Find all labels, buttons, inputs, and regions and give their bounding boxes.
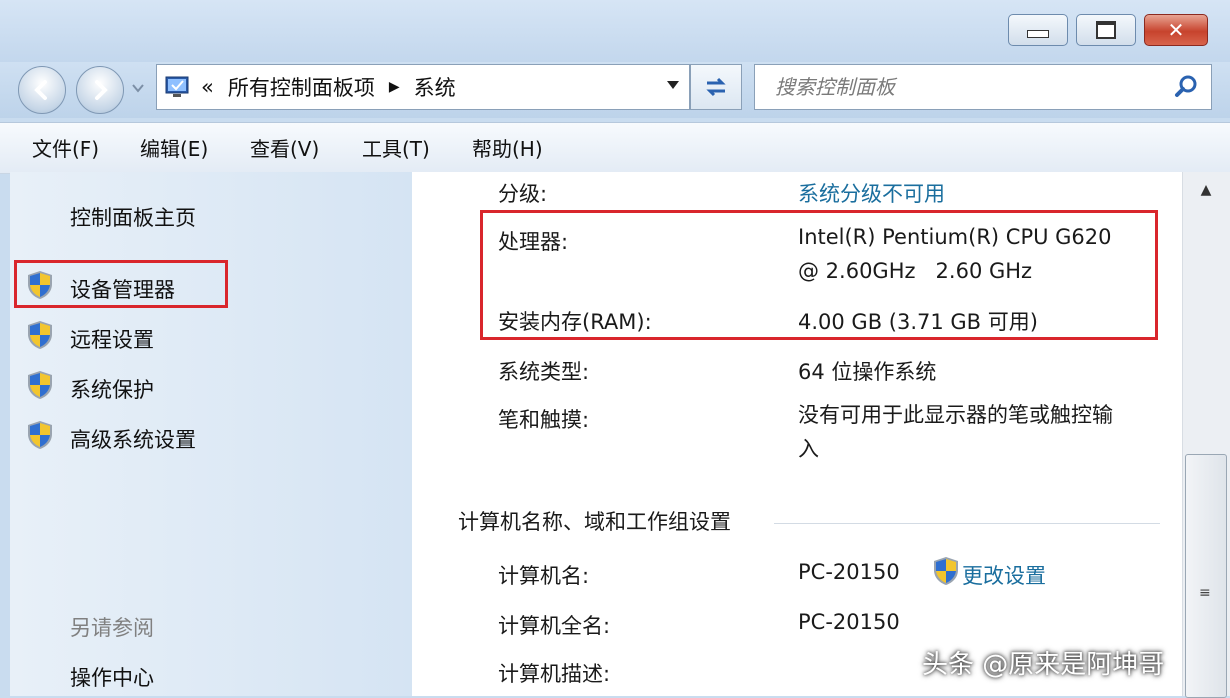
task-pane: 控制面板主页 设备管理器 远程设置 系统保护 高级系统设置 另请参阅 操作中心 [10, 172, 412, 696]
close-icon: ✕ [1167, 18, 1185, 42]
pen-touch-value-line1: 没有可用于此显示器的笔或触控输 [798, 403, 1113, 427]
breadcrumb-item-system[interactable]: 系统 [414, 72, 456, 102]
refresh-icon [706, 77, 726, 97]
rating-label: 分级: [498, 182, 548, 206]
breadcrumb-overflow[interactable]: « [201, 75, 214, 99]
scroll-up-icon[interactable]: ▲ [1193, 182, 1219, 202]
computer-name-value: PC-20150 [798, 560, 900, 584]
menu-tools[interactable]: 工具(T) [362, 133, 430, 162]
shield-icon [28, 421, 52, 449]
search-box[interactable] [754, 64, 1212, 110]
maximize-icon [1096, 21, 1116, 39]
section-divider [774, 523, 1160, 524]
sidebar-item-system-protection[interactable]: 系统保护 [70, 374, 154, 404]
vertical-scrollbar[interactable]: ▲ ≡ [1182, 172, 1230, 698]
navigation-bar: « 所有控制面板项 ▶ 系统 [0, 62, 1230, 118]
grip-icon: ≡ [1199, 585, 1211, 601]
shield-icon [28, 321, 52, 349]
sidebar-item-advanced-settings[interactable]: 高级系统设置 [70, 424, 196, 454]
refresh-button[interactable] [690, 64, 742, 110]
minimize-icon [1027, 30, 1049, 38]
ram-label: 安装内存(RAM): [498, 310, 652, 334]
window-controls: ✕ [1008, 14, 1208, 46]
see-also-action-center-link[interactable]: 操作中心 [70, 662, 154, 692]
menu-bar: 文件(F) 编辑(E) 查看(V) 工具(T) 帮助(H) [0, 122, 1230, 174]
minimize-button[interactable] [1008, 14, 1068, 46]
shield-icon [28, 371, 52, 399]
search-icon[interactable] [1173, 73, 1201, 101]
menu-file[interactable]: 文件(F) [32, 133, 99, 162]
rating-link[interactable]: 系统分级不可用 [798, 178, 945, 208]
system-info-panel: 分级: 系统分级不可用 处理器: Intel(R) Pentium(R) CPU… [412, 172, 1182, 696]
shield-icon [28, 271, 52, 299]
control-panel-icon [165, 76, 189, 97]
menu-edit[interactable]: 编辑(E) [140, 133, 208, 162]
breadcrumb-item-all-items[interactable]: 所有控制面板项 [228, 72, 375, 102]
arrow-left-icon [34, 80, 47, 100]
breadcrumb-separator-icon[interactable]: ▶ [389, 79, 400, 95]
sidebar-item-remote-settings[interactable]: 远程设置 [70, 324, 154, 354]
pen-touch-value-line2: 入 [798, 437, 819, 461]
processor-value-line2: @ 2.60GHz 2.60 GHz [798, 259, 1033, 283]
computer-name-section-title: 计算机名称、域和工作组设置 [458, 510, 731, 534]
processor-label: 处理器: [498, 230, 569, 254]
back-button[interactable] [18, 66, 66, 114]
full-computer-name-value: PC-20150 [798, 610, 900, 634]
scroll-thumb[interactable]: ≡ [1185, 454, 1227, 698]
address-dropdown-icon[interactable] [665, 79, 681, 91]
processor-value-line1: Intel(R) Pentium(R) CPU G620 [798, 225, 1112, 249]
title-bar: ✕ [0, 0, 1230, 62]
pen-touch-value: 没有可用于此显示器的笔或触控输 入 [798, 398, 1168, 466]
search-input[interactable] [755, 65, 1177, 109]
forward-button[interactable] [76, 66, 124, 114]
watermark: 头条 @原来是阿坤哥 [922, 650, 1165, 680]
processor-value: Intel(R) Pentium(R) CPU G620 @ 2.60GHz 2… [798, 220, 1158, 288]
see-also-heading: 另请参阅 [70, 616, 154, 640]
system-type-label: 系统类型: [498, 360, 590, 384]
arrow-right-icon [95, 80, 108, 100]
address-bar[interactable]: « 所有控制面板项 ▶ 系统 [156, 64, 690, 110]
computer-name-label: 计算机名: [498, 564, 590, 588]
menu-view[interactable]: 查看(V) [250, 133, 319, 162]
computer-description-label: 计算机描述: [498, 662, 611, 686]
change-settings-link[interactable]: 更改设置 [962, 560, 1046, 590]
system-type-value: 64 位操作系统 [798, 360, 937, 384]
breadcrumb: « 所有控制面板项 ▶ 系统 [201, 72, 456, 102]
menu-help[interactable]: 帮助(H) [472, 133, 543, 162]
maximize-button[interactable] [1076, 14, 1136, 46]
recent-pages-dropdown[interactable] [130, 80, 146, 96]
control-panel-home-link[interactable]: 控制面板主页 [70, 202, 196, 232]
ram-value: 4.00 GB (3.71 GB 可用) [798, 310, 1038, 334]
pen-touch-label: 笔和触摸: [498, 408, 590, 432]
full-computer-name-label: 计算机全名: [498, 614, 611, 638]
sidebar-item-device-manager[interactable]: 设备管理器 [70, 274, 175, 304]
close-button[interactable]: ✕ [1144, 14, 1208, 46]
shield-icon [934, 557, 958, 585]
